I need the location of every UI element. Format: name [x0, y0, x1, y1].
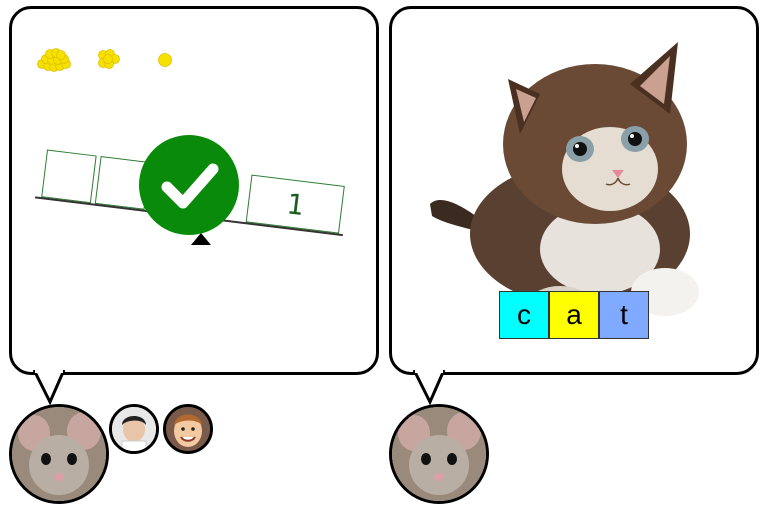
letter-c: c — [517, 299, 531, 330]
balance-box-1[interactable] — [41, 149, 97, 204]
single-coin-icon — [158, 53, 172, 67]
kitten-photo — [430, 42, 699, 318]
right-bubble-tail — [412, 370, 446, 406]
mouse-avatar-right[interactable] — [389, 404, 489, 504]
letter-tile-c[interactable]: c — [499, 291, 549, 339]
mouse-avatar-left[interactable] — [9, 404, 109, 504]
word-tiles: c a t — [499, 291, 649, 339]
letter-t: t — [620, 299, 628, 330]
smiling-boy-avatar[interactable] — [163, 404, 213, 454]
letter-tile-a[interactable]: a — [549, 291, 599, 339]
boy-avatar[interactable] — [109, 404, 159, 454]
checkmark-icon — [139, 135, 239, 235]
letter-tile-t[interactable]: t — [599, 291, 649, 339]
cluster-of-coins-icon — [98, 49, 120, 69]
pile-of-coins-icon — [37, 48, 71, 72]
letter-a: a — [566, 299, 582, 330]
balance-box-value: 1 — [284, 186, 306, 222]
left-bubble-tail — [32, 370, 66, 406]
